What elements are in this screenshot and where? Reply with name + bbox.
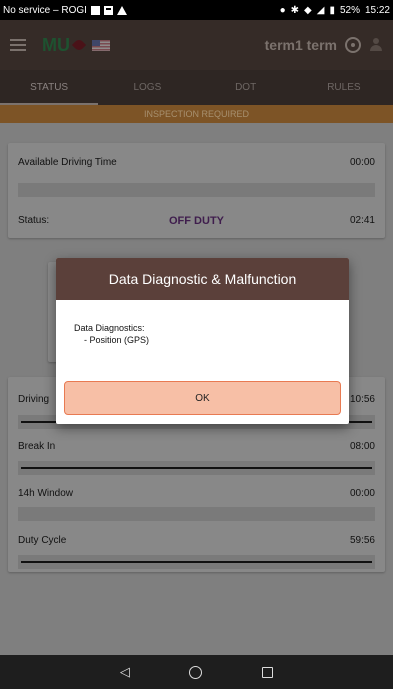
wifi-icon: ◆ xyxy=(304,4,312,16)
signal-icon: ◢ xyxy=(316,4,325,16)
break-in-label: Break In xyxy=(18,441,56,452)
android-nav-bar: ◁ xyxy=(0,655,393,689)
battery-icon: ▮ xyxy=(329,4,335,16)
driving-summary-card: Available Driving Time 00:00 Status: 02:… xyxy=(8,143,385,238)
dialog-title: Data Diagnostic & Malfunction xyxy=(56,258,349,300)
window-14h-label: 14h Window xyxy=(18,488,74,499)
dialog-body: Data Diagnostics: - Position (GPS) xyxy=(56,300,349,346)
steering-wheel-icon[interactable] xyxy=(345,37,361,53)
clock: 15:22 xyxy=(364,4,390,16)
person-icon[interactable] xyxy=(369,38,383,52)
driving-label: Driving xyxy=(18,394,50,405)
app-bar: MU term1 term xyxy=(0,20,393,70)
available-driving-label: Available Driving Time xyxy=(18,157,117,168)
ok-button[interactable]: OK xyxy=(64,381,341,415)
diagnostics-heading: Data Diagnostics: xyxy=(74,323,145,333)
us-flag-icon xyxy=(92,39,110,51)
warning-icon xyxy=(116,5,127,15)
diagnostic-item: - Position (GPS) xyxy=(84,335,150,345)
battery-percent: 52% xyxy=(339,4,360,16)
system-status-bar: No service – ROGI ● ✱ ◆ ◢ ▮ 52% 15:22 xyxy=(0,0,393,20)
available-driving-bar xyxy=(18,183,375,197)
tab-logs[interactable]: LOGS xyxy=(98,70,196,105)
break-in-bar xyxy=(18,461,375,475)
image-notification-icon xyxy=(103,5,113,15)
tab-bar: STATUS LOGS DOT RULES xyxy=(0,70,393,105)
inspection-banner[interactable]: INSPECTION REQUIRED xyxy=(0,105,393,123)
notification-icon xyxy=(90,5,100,15)
app-logo: MU xyxy=(42,35,110,56)
tab-rules[interactable]: RULES xyxy=(295,70,393,105)
hamburger-menu-icon[interactable] xyxy=(10,39,26,51)
carrier-text: No service – ROGI xyxy=(3,4,87,16)
driving-value: 10:56 xyxy=(349,394,375,405)
tab-status[interactable]: STATUS xyxy=(0,70,99,105)
tab-dot[interactable]: DOT xyxy=(197,70,295,105)
window-14h-value: 00:00 xyxy=(349,488,375,499)
duty-status-value[interactable]: OFF DUTY xyxy=(8,215,385,227)
bluetooth-icon: ✱ xyxy=(290,4,300,16)
malfunction-dialog: Data Diagnostic & Malfunction Data Diagn… xyxy=(56,258,349,424)
break-in-value: 08:00 xyxy=(349,441,375,452)
user-name: term1 term xyxy=(264,37,337,53)
available-driving-value: 00:00 xyxy=(349,157,375,168)
home-icon[interactable] xyxy=(189,665,203,679)
duty-cycle-label: Duty Cycle xyxy=(18,535,67,546)
logo-text: MU xyxy=(42,34,70,55)
duty-cycle-value: 59:56 xyxy=(349,535,375,546)
window-14h-bar xyxy=(18,507,375,521)
back-icon[interactable]: ◁ xyxy=(120,664,130,680)
recent-apps-icon[interactable] xyxy=(262,666,274,678)
location-icon: ● xyxy=(279,4,286,16)
maple-leaf-icon xyxy=(71,37,87,53)
duty-cycle-bar xyxy=(18,555,375,569)
